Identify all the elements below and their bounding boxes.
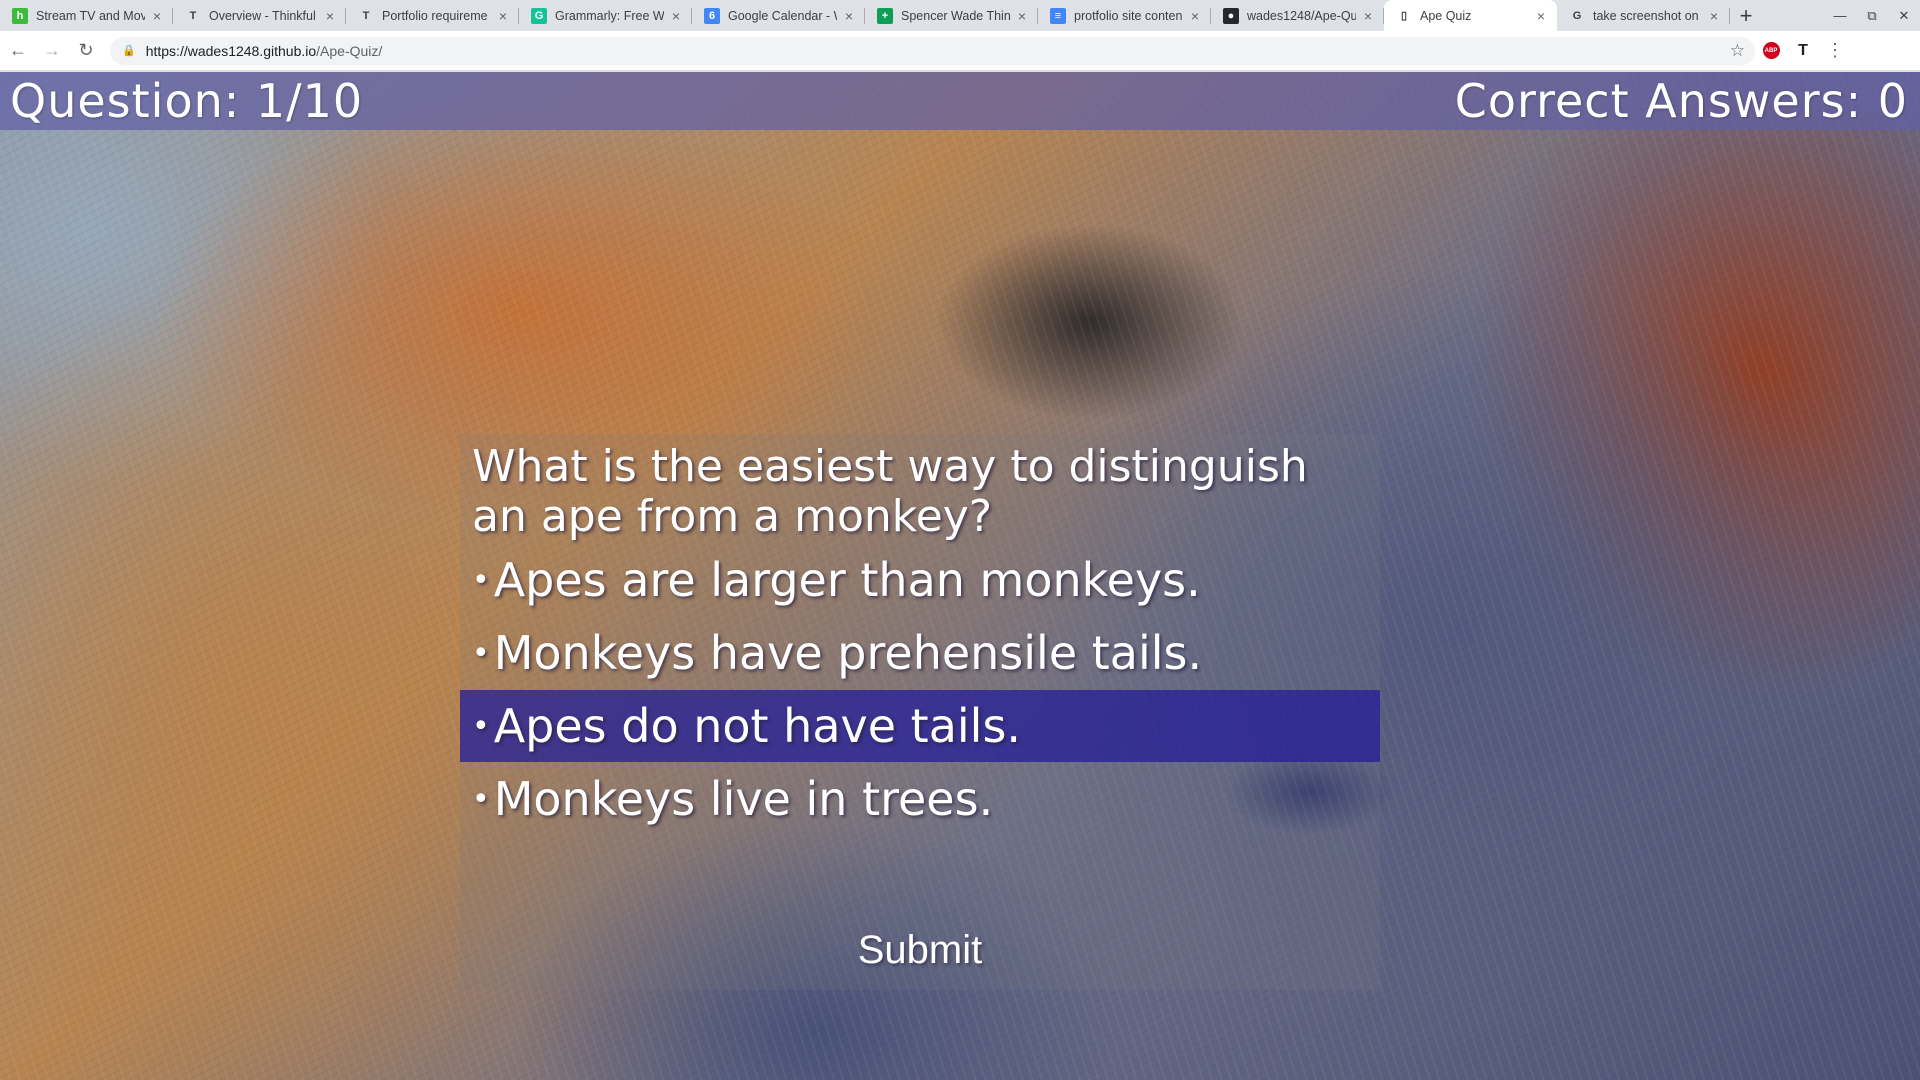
tab-close-icon[interactable]: × bbox=[1706, 8, 1722, 24]
tab-close-icon[interactable]: × bbox=[841, 8, 857, 24]
tab-close-icon[interactable]: × bbox=[1187, 8, 1203, 24]
tab-close-icon[interactable]: × bbox=[322, 8, 338, 24]
google-icon: G bbox=[1572, 9, 1582, 22]
tab-close-icon[interactable]: × bbox=[495, 8, 511, 24]
question-text: What is the easiest way to distinguish a… bbox=[472, 441, 1308, 542]
tab-close-icon[interactable]: × bbox=[1533, 8, 1549, 24]
answer-label: Apes do not have tails. bbox=[493, 699, 1022, 753]
answer-option-2[interactable]: • Monkeys have prehensile tails. bbox=[460, 617, 1380, 689]
browser-toolbar: ← → ↻ 🔒 https://wades1248.github.io/Ape-… bbox=[0, 31, 1920, 71]
browser-tab[interactable]: T Portfolio requireme × bbox=[346, 0, 519, 31]
page-viewport: Question: 1/10 Correct Answers: 0 What i… bbox=[0, 72, 1920, 1080]
browser-tab[interactable]: G Grammarly: Free Wr × bbox=[519, 0, 692, 31]
tab-title: Portfolio requireme bbox=[382, 8, 488, 23]
lock-icon: 🔒 bbox=[122, 45, 136, 57]
bullet: • bbox=[472, 635, 490, 671]
url-path: /Ape-Quiz/ bbox=[316, 42, 383, 59]
thinkful-icon: T bbox=[362, 9, 370, 22]
window-controls: — ⧉ ✕ bbox=[1824, 0, 1920, 31]
answer-option-3[interactable]: • Apes do not have tails. bbox=[460, 690, 1380, 762]
answer-label: Monkeys have prehensile tails. bbox=[493, 626, 1203, 680]
tab-close-icon[interactable]: × bbox=[1360, 8, 1376, 24]
submit-button[interactable]: Submit bbox=[460, 920, 1380, 980]
answer-option-1[interactable]: • Apes are larger than monkeys. bbox=[460, 544, 1380, 616]
bullet: • bbox=[472, 708, 490, 744]
browser-tab[interactable]: ≡ protfolio site conten × bbox=[1038, 0, 1211, 31]
thinkful-icon: T bbox=[1798, 41, 1808, 59]
tab-title: protfolio site conten bbox=[1074, 8, 1183, 23]
bullet: • bbox=[472, 562, 490, 598]
quiz-status-bar: Question: 1/10 Correct Answers: 0 bbox=[0, 72, 1920, 130]
back-icon[interactable]: ← bbox=[2, 35, 34, 67]
tab-close-icon[interactable]: × bbox=[1014, 8, 1030, 24]
address-bar[interactable]: 🔒 https://wades1248.github.io/Ape-Quiz/ … bbox=[110, 36, 1755, 65]
github-icon: ● bbox=[1223, 7, 1239, 24]
tab-title: Spencer Wade Think bbox=[901, 8, 1010, 23]
adblock-icon: ABP bbox=[1762, 42, 1780, 59]
tab-title: Grammarly: Free Wr bbox=[555, 8, 664, 23]
tab-title: wades1248/Ape-Qu bbox=[1247, 8, 1356, 23]
answer-label: Apes are larger than monkeys. bbox=[493, 553, 1201, 607]
google-sheets-icon: + bbox=[877, 7, 893, 24]
tab-title: Ape Quiz bbox=[1420, 8, 1472, 23]
tab-title: Stream TV and Mov bbox=[36, 8, 145, 23]
google-docs-icon: ≡ bbox=[1050, 7, 1066, 24]
tab-title: Google Calendar - W bbox=[728, 8, 837, 23]
page-icon: ▯ bbox=[1400, 10, 1408, 22]
tab-title: Overview - Thinkful bbox=[209, 8, 316, 23]
forward-icon[interactable]: → bbox=[36, 35, 68, 67]
thinkful-extension[interactable]: T bbox=[1787, 35, 1819, 67]
url-host: https://wades1248.github.io bbox=[145, 42, 317, 59]
tab-title: take screenshot on bbox=[1593, 8, 1699, 23]
browser-tab[interactable]: T Overview - Thinkful × bbox=[173, 0, 346, 31]
adblock-extension[interactable]: ABP bbox=[1755, 35, 1787, 67]
browser-tab[interactable]: Gtake screenshot on × bbox=[1557, 0, 1730, 31]
bullet: • bbox=[472, 781, 490, 817]
browser-tab[interactable]: 6 Google Calendar - W × bbox=[692, 0, 865, 31]
quiz-form: What is the easiest way to distinguish a… bbox=[460, 434, 1380, 990]
answer-option-4[interactable]: • Monkeys live in trees. bbox=[460, 763, 1380, 835]
more-vert-icon: ⋮ bbox=[1826, 40, 1844, 60]
chrome-menu-button[interactable]: ⋮ bbox=[1819, 35, 1851, 67]
question-counter: Question: 1/10 bbox=[10, 74, 364, 128]
browser-tab[interactable]: + Spencer Wade Think × bbox=[865, 0, 1038, 31]
answer-label: Monkeys live in trees. bbox=[493, 772, 994, 826]
close-window-icon[interactable]: ✕ bbox=[1888, 0, 1920, 31]
reload-icon[interactable]: ↻ bbox=[70, 35, 102, 67]
browser-tab[interactable]: h Stream TV and Mov × bbox=[0, 0, 173, 31]
browser-tab[interactable]: ▯ Ape Quiz × bbox=[1384, 0, 1557, 31]
bookmark-star-icon[interactable]: ☆ bbox=[1730, 41, 1745, 61]
google-calendar-icon: 6 bbox=[704, 7, 720, 24]
hulu-icon: h bbox=[12, 7, 28, 24]
thinkful-icon: T bbox=[189, 9, 197, 22]
grammarly-icon: G bbox=[531, 7, 547, 24]
tab-close-icon[interactable]: × bbox=[149, 8, 165, 24]
browser-tab[interactable]: ● wades1248/Ape-Qu × bbox=[1211, 0, 1384, 31]
minimize-icon[interactable]: — bbox=[1824, 0, 1856, 31]
score-counter: Correct Answers: 0 bbox=[1454, 74, 1908, 128]
browser-tab-strip: h Stream TV and Mov × T Overview - Thinkful ×… bbox=[0, 0, 1920, 31]
new-tab-button[interactable]: + bbox=[1730, 0, 1762, 31]
tab-close-icon[interactable]: × bbox=[668, 8, 684, 24]
tab-list: h Stream TV and Mov × T Overview - Thinkful ×… bbox=[0, 0, 1730, 31]
restore-icon[interactable]: ⧉ bbox=[1856, 0, 1888, 31]
